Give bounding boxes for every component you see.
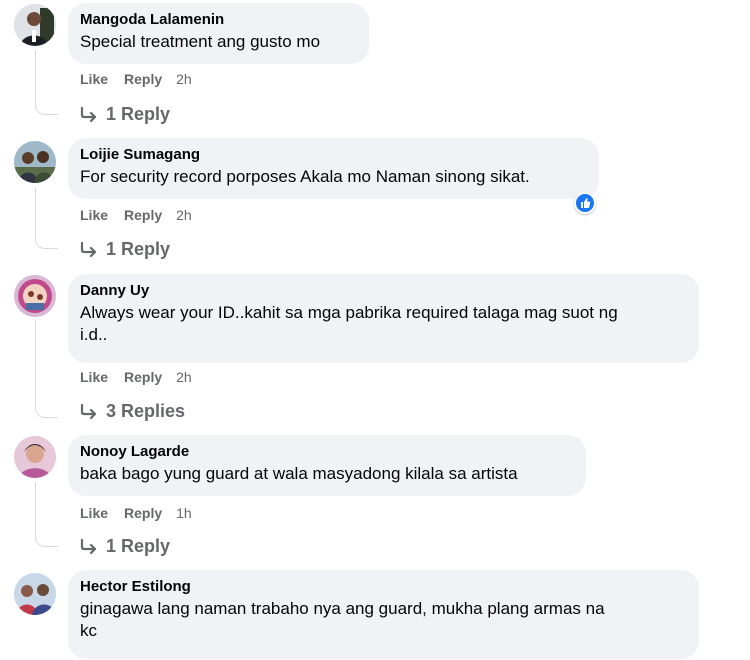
view-replies-button[interactable]: 3 Replies bbox=[80, 400, 185, 422]
comment: Loijie Sumagang For security record porp… bbox=[0, 135, 750, 265]
comment: Nonoy Lagarde baka bago yung guard at wa… bbox=[0, 432, 750, 562]
avatar[interactable] bbox=[14, 275, 56, 317]
comment: Hector Estilong ginagawa lang naman trab… bbox=[0, 567, 750, 660]
thread-line bbox=[35, 321, 36, 403]
like-button[interactable]: Like bbox=[80, 505, 108, 521]
comment-text: baka bago yung guard at wala masyadong k… bbox=[80, 464, 518, 483]
comment-bubble: Danny Uy Always wear your ID..kahit sa m… bbox=[68, 274, 699, 363]
thread-line bbox=[35, 187, 36, 234]
comment-timestamp[interactable]: 2h bbox=[176, 369, 192, 385]
comment-actions: Like Reply 1h bbox=[80, 505, 192, 521]
comment-author[interactable]: Hector Estilong bbox=[80, 578, 687, 596]
like-button[interactable]: Like bbox=[80, 369, 108, 385]
comment-actions: Like Reply 2h bbox=[80, 369, 192, 385]
reply-arrow-icon bbox=[80, 538, 97, 555]
reply-button[interactable]: Reply bbox=[124, 369, 162, 385]
reply-arrow-icon bbox=[80, 403, 97, 420]
comment-bubble: Nonoy Lagarde baka bago yung guard at wa… bbox=[68, 435, 586, 496]
reply-arrow-icon bbox=[80, 241, 97, 258]
comment-author[interactable]: Mangoda Lalamenin bbox=[80, 11, 357, 29]
avatar[interactable] bbox=[14, 573, 56, 615]
reaction-badge[interactable] bbox=[574, 192, 596, 214]
thread-elbow bbox=[35, 100, 58, 115]
view-replies-button[interactable]: 1 Reply bbox=[80, 535, 170, 557]
comment-bubble: Hector Estilong ginagawa lang naman trab… bbox=[68, 570, 699, 659]
thread-elbow bbox=[35, 532, 58, 547]
thread-elbow bbox=[35, 403, 58, 418]
comment-bubble: Mangoda Lalamenin Special treatment ang … bbox=[68, 3, 369, 64]
comment-text-continued: kc bbox=[80, 621, 97, 640]
comment-text: Special treatment ang gusto mo bbox=[80, 32, 321, 51]
avatar[interactable] bbox=[14, 141, 56, 183]
replies-count: 1 Reply bbox=[106, 104, 171, 124]
comment-author[interactable]: Loijie Sumagang bbox=[80, 146, 587, 164]
reply-arrow-icon bbox=[80, 106, 97, 123]
comment-text: ginagawa lang naman trabaho nya ang guar… bbox=[80, 599, 605, 618]
like-button[interactable]: Like bbox=[80, 71, 108, 87]
comment-timestamp[interactable]: 1h bbox=[176, 505, 192, 521]
comment: Mangoda Lalamenin Special treatment ang … bbox=[0, 0, 750, 130]
reply-button[interactable]: Reply bbox=[124, 71, 162, 87]
comment-text-continued: i.d.. bbox=[80, 325, 108, 344]
view-replies-button[interactable]: 1 Reply bbox=[80, 238, 170, 260]
comment-bubble: Loijie Sumagang For security record porp… bbox=[68, 138, 599, 199]
reply-button[interactable]: Reply bbox=[124, 207, 162, 223]
replies-count: 1 Reply bbox=[106, 536, 171, 556]
like-button[interactable]: Like bbox=[80, 207, 108, 223]
comment-actions: Like Reply 2h bbox=[80, 207, 192, 223]
replies-count: 1 Reply bbox=[106, 239, 171, 259]
like-reaction-icon bbox=[581, 198, 591, 208]
comment-author[interactable]: Nonoy Lagarde bbox=[80, 443, 574, 461]
comment-timestamp[interactable]: 2h bbox=[176, 71, 192, 87]
thread-line bbox=[35, 482, 36, 532]
comment-text: For security record porposes Akala mo Na… bbox=[80, 167, 530, 186]
comment-timestamp[interactable]: 2h bbox=[176, 207, 192, 223]
comment: Danny Uy Always wear your ID..kahit sa m… bbox=[0, 271, 750, 431]
thread-line bbox=[35, 50, 36, 100]
view-replies-button[interactable]: 1 Reply bbox=[80, 103, 170, 125]
reply-button[interactable]: Reply bbox=[124, 505, 162, 521]
comment-author[interactable]: Danny Uy bbox=[80, 282, 687, 300]
avatar[interactable] bbox=[14, 436, 56, 478]
avatar[interactable] bbox=[14, 4, 56, 46]
thread-elbow bbox=[35, 234, 58, 249]
comment-text: Always wear your ID..kahit sa mga pabrik… bbox=[80, 303, 618, 322]
replies-count: 3 Replies bbox=[106, 401, 186, 421]
comment-actions: Like Reply 2h bbox=[80, 71, 192, 87]
